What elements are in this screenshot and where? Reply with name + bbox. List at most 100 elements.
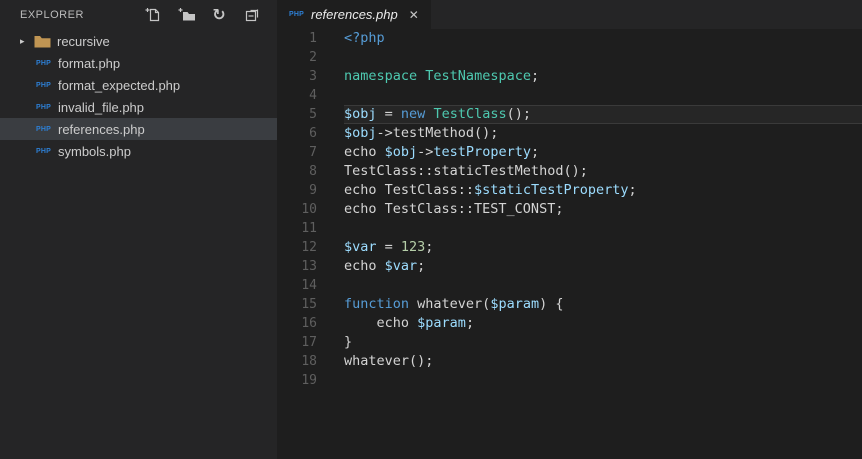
tree-item-references-php[interactable]: PHP references.php — [0, 118, 277, 140]
code-content[interactable]: echo $param; — [344, 314, 862, 333]
code-token: ->testMethod(); — [376, 125, 499, 141]
code-token: $var — [384, 258, 418, 274]
code-content[interactable]: echo $var; — [344, 257, 862, 276]
code-line-14: 14 — [277, 276, 862, 295]
new-file-button[interactable] — [144, 6, 162, 24]
line-number: 12 — [301, 240, 317, 255]
code-token: TestNamespace — [425, 68, 531, 84]
code-content[interactable] — [344, 86, 862, 105]
code-token: ; — [465, 315, 475, 331]
code-token: ; — [530, 68, 540, 84]
php-file-icon: PHP — [36, 81, 51, 89]
code-content[interactable]: $obj->testMethod(); — [344, 124, 862, 143]
code-token: $staticTestProperty — [474, 182, 629, 198]
file-name: recursive — [57, 33, 110, 49]
code-content[interactable]: $obj = new TestClass(); — [344, 105, 862, 124]
code-token: $var — [344, 239, 377, 255]
new-folder-button[interactable] — [177, 6, 195, 24]
code-token: $obj — [384, 144, 418, 160]
code-line-15: 15 function whatever($param) { — [277, 295, 862, 314]
close-icon[interactable]: ✕ — [409, 9, 419, 21]
code-line-3: 3 namespace TestNamespace; — [277, 67, 862, 86]
code-content[interactable]: function whatever($param) { — [344, 295, 862, 314]
line-number: 5 — [309, 107, 317, 122]
code-line-16: 16 echo $param; — [277, 314, 862, 333]
editor-lines: 1 <?php 2 3 namespace TestNamespace; 4 5 $obj =… — [277, 29, 862, 390]
chevron-right-icon: ▸ — [20, 35, 25, 46]
file-name: symbols.php — [58, 143, 131, 159]
code-content[interactable]: whatever(); — [344, 352, 862, 371]
code-content[interactable] — [344, 48, 862, 67]
code-line-5: 5 $obj = new TestClass(); — [277, 105, 862, 124]
code-token: ) { — [539, 296, 564, 312]
code-line-1: 1 <?php — [277, 29, 862, 48]
tree-item-invalid-file-php[interactable]: PHP invalid_file.php — [0, 96, 277, 118]
code-line-18: 18 whatever(); — [277, 352, 862, 371]
code-token: new — [400, 106, 426, 122]
tree-item-symbols-php[interactable]: PHP symbols.php — [0, 140, 277, 162]
code-token: ; — [628, 182, 637, 198]
code-content[interactable]: echo TestClass::TEST_CONST; — [344, 200, 862, 219]
code-token: function — [344, 296, 410, 312]
line-number: 17 — [301, 335, 317, 350]
code-token: echo TestClass::TEST_CONST; — [344, 201, 564, 217]
new-folder-icon — [178, 7, 195, 23]
tab-bar: PHP references.php ✕ — [277, 0, 862, 29]
code-content[interactable]: namespace TestNamespace; — [344, 67, 862, 86]
code-editor: 1 <?php 2 3 namespace TestNamespace; 4 5 $obj =… — [277, 29, 862, 459]
explorer-header: EXPLORER ↻ — [0, 0, 277, 30]
line-number: 4 — [309, 88, 317, 103]
line-number: 13 — [301, 259, 317, 274]
collapse-all-button[interactable] — [243, 6, 261, 24]
php-file-icon: PHP — [289, 11, 304, 18]
file-name: format_expected.php — [58, 77, 181, 93]
line-number: 18 — [301, 354, 317, 369]
code-content[interactable]: } — [344, 333, 862, 352]
code-content[interactable]: echo TestClass::$staticTestProperty; — [344, 181, 862, 200]
tree-item-format-php[interactable]: PHP format.php — [0, 52, 277, 74]
code-token: $param — [490, 296, 540, 312]
code-content[interactable]: $var = 123; — [344, 238, 862, 257]
explorer-sidebar: EXPLORER ↻ ▸ recursive PHP format.php PH… — [0, 0, 277, 459]
new-file-icon — [145, 7, 161, 23]
line-number: 8 — [309, 164, 317, 179]
code-line-19: 19 — [277, 371, 862, 390]
code-line-7: 7 echo $obj->testProperty; — [277, 143, 862, 162]
line-number: 19 — [301, 373, 317, 388]
tree-item-recursive[interactable]: ▸ recursive — [0, 30, 277, 52]
tab-references-php[interactable]: PHP references.php ✕ — [277, 0, 431, 29]
php-file-icon: PHP — [36, 59, 51, 67]
code-content[interactable]: <?php — [344, 29, 862, 48]
code-content[interactable]: echo $obj->testProperty; — [344, 143, 862, 162]
tree-item-format-expected-php[interactable]: PHP format_expected.php — [0, 74, 277, 96]
line-number: 1 — [309, 31, 317, 46]
php-file-icon: PHP — [36, 103, 51, 111]
code-token: echo — [344, 144, 385, 160]
code-token: namespace — [344, 68, 418, 84]
code-line-4: 4 — [277, 86, 862, 105]
code-token: TestClass::staticTestMethod(); — [344, 163, 588, 179]
file-name: format.php — [58, 55, 121, 71]
code-token: echo — [344, 315, 418, 331]
code-content[interactable]: TestClass::staticTestMethod(); — [344, 162, 862, 181]
code-line-17: 17} — [277, 333, 862, 352]
code-token: 123 — [400, 239, 426, 255]
file-name: invalid_file.php — [58, 99, 145, 115]
line-number: 10 — [301, 202, 317, 217]
code-line-2: 2 — [277, 48, 862, 67]
explorer-actions: ↻ — [144, 6, 261, 24]
code-token: whatever(); — [344, 353, 434, 369]
code-content[interactable] — [344, 276, 862, 295]
code-token: = — [376, 106, 401, 122]
code-line-13: 13 echo $var; — [277, 257, 862, 276]
code-content[interactable] — [344, 371, 862, 390]
code-token: ; — [425, 239, 434, 255]
code-token: echo TestClass:: — [344, 182, 475, 198]
code-token: TestClass — [433, 106, 507, 122]
refresh-icon: ↻ — [212, 5, 226, 24]
code-token: ; — [530, 144, 540, 160]
code-line-12: 12 $var = 123; — [277, 238, 862, 257]
code-content[interactable] — [344, 219, 862, 238]
refresh-button[interactable]: ↻ — [210, 6, 228, 24]
code-token: testProperty — [433, 144, 531, 160]
